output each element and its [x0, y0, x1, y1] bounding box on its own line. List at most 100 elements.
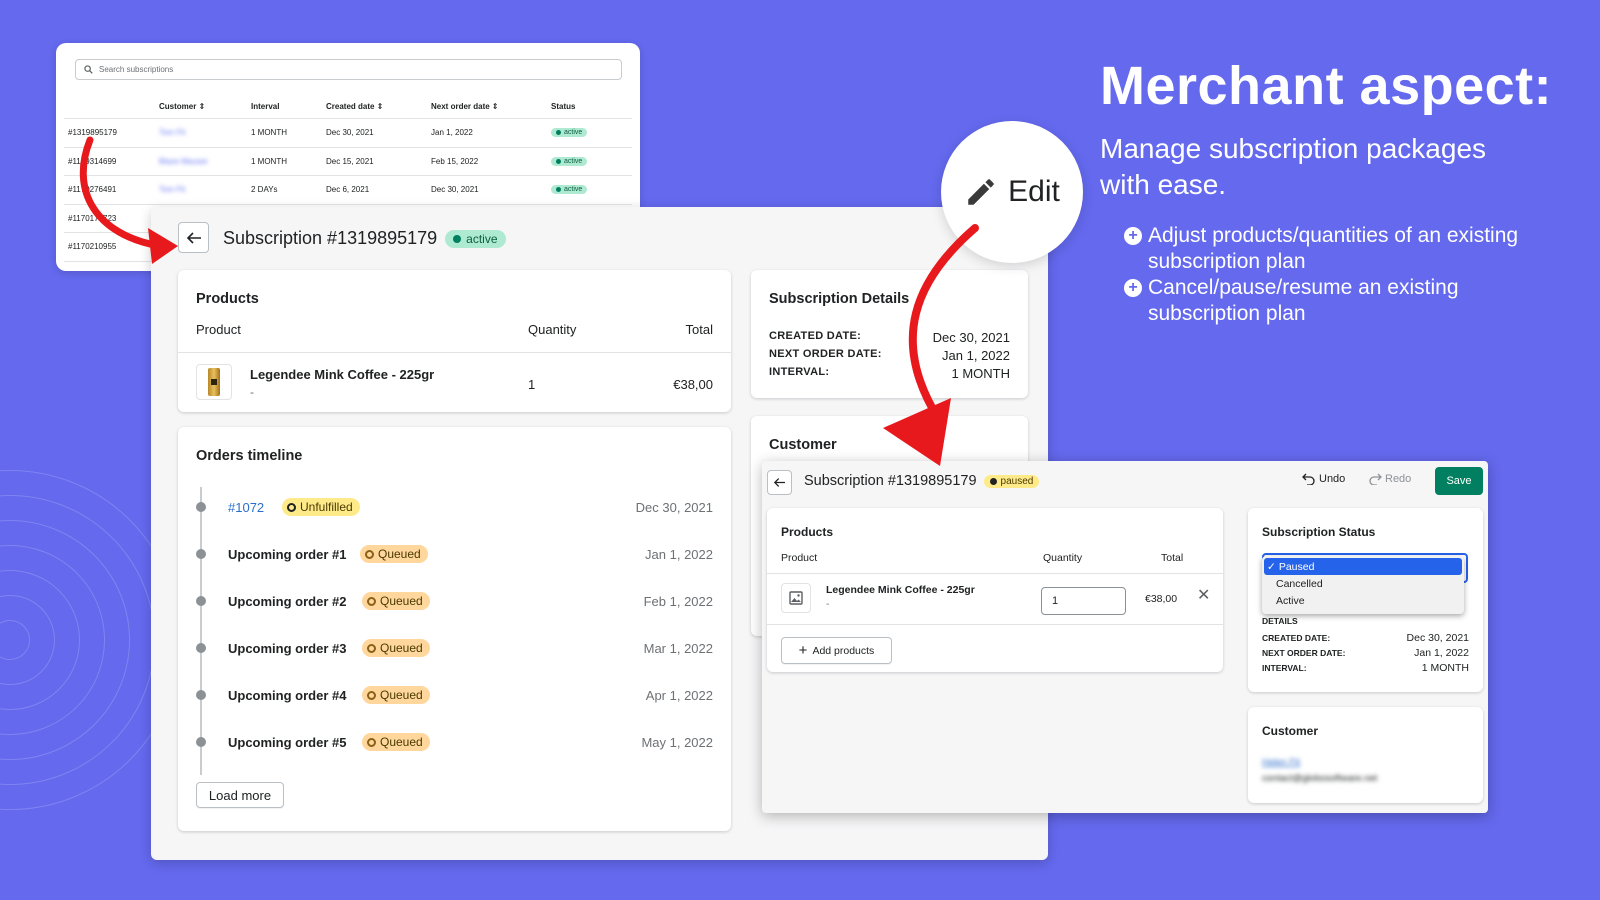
status-dropdown[interactable]: ✓ Paused Cancelled Active [1262, 556, 1464, 614]
marketing-headline: Merchant aspect: Manage subscription pac… [1100, 55, 1552, 327]
products-title: Products [196, 291, 259, 307]
product-total: €38,00 [1145, 593, 1178, 605]
product-variant: - [250, 385, 254, 399]
quantity-input[interactable]: 1 [1041, 587, 1126, 615]
status-option-active[interactable]: Active [1262, 592, 1464, 609]
feature-item: + Cancel/pause/resume an existing subscr… [1124, 275, 1524, 327]
col-created-date[interactable]: Created date ⇕ [326, 102, 431, 111]
table-row[interactable]: #1319895179 Tom Fit 1 MONTH Dec 30, 2021… [64, 119, 632, 148]
status-badge: active [551, 185, 588, 195]
subscription-id[interactable]: #1170276491 [64, 185, 159, 194]
customer-title: Customer [769, 437, 837, 453]
created-date: Dec 15, 2021 [326, 156, 374, 166]
pencil-icon [968, 179, 994, 205]
timeline-date: Mar 1, 2022 [643, 640, 713, 656]
subscription-id[interactable]: #1319895179 [64, 128, 159, 137]
subscription-title: Subscription #1319895179 [223, 228, 438, 248]
queued-badge: Queued [360, 545, 428, 563]
created-date: Dec 30, 2021 [326, 128, 374, 138]
subscription-title: Subscription #1319895179 [804, 473, 977, 489]
table-row[interactable]: #1170276491 Tom Fit 2 DAYs Dec 6, 2021 D… [64, 176, 632, 205]
headline-subtitle: Manage subscription packages with ease. [1100, 133, 1487, 200]
redo-icon [1369, 473, 1382, 485]
status-option-cancelled[interactable]: Cancelled [1262, 575, 1464, 592]
status-badge: active [445, 229, 506, 248]
undo-icon [1302, 473, 1315, 485]
product-row: Legendee Mink Coffee - 225gr - €38,00 ✕ [767, 573, 1223, 625]
edit-label: Edit [1008, 175, 1060, 208]
product-quantity: 1 [528, 377, 536, 392]
status-card-title: Subscription Status [1262, 525, 1376, 539]
upcoming-order-label: Upcoming order #1 [228, 546, 347, 562]
page-title: Subscription #1319895179 paused [804, 473, 1040, 489]
product-variant: - [826, 599, 830, 610]
customer-name-link[interactable]: Helen Fit [1262, 757, 1300, 768]
col-customer[interactable]: Customer ⇕ [159, 102, 251, 111]
unfulfilled-badge: Unfulfilled [282, 498, 360, 516]
status-badge: paused [983, 474, 1040, 488]
col-quantity: Quantity [1043, 552, 1083, 564]
edit-bubble: Edit [941, 121, 1083, 263]
created-date-label: CREATED DATE: [769, 330, 862, 342]
timeline-date: Dec 30, 2021 [635, 499, 713, 515]
subscription-id[interactable]: #1189314699 [64, 157, 159, 166]
table-row[interactable]: #1189314699 Blaze Mauser 1 MONTH Dec 15,… [64, 148, 632, 176]
interval-value: 1 MONTH [951, 366, 1011, 381]
plus-icon: + [798, 641, 808, 659]
page-title: Subscription #1319895179 active [223, 228, 506, 249]
interval-label: INTERVAL: [769, 366, 830, 378]
headline-title: Merchant aspect: [1100, 56, 1553, 116]
customer-link[interactable]: Blaze Mauser [159, 157, 251, 166]
upcoming-order-label: Upcoming order #4 [228, 687, 347, 703]
subscription-id[interactable]: #1170173723 [64, 214, 159, 223]
timeline-date: Jan 1, 2022 [645, 546, 713, 562]
next-order-date-value: Jan 1, 2022 [942, 348, 1010, 363]
timeline-item: Upcoming order #1 Queued Jan 1, 2022 [178, 542, 731, 566]
queued-badge: Queued [362, 639, 430, 657]
product-row: Legendee Mink Coffee - 225gr - 1 €38,00 [178, 352, 731, 412]
created-date-value: Dec 30, 2021 [1406, 632, 1469, 644]
customer-link[interactable]: Tom Fit [159, 128, 251, 137]
details-title: Subscription Details [769, 291, 910, 307]
add-products-button[interactable]: + Add products [781, 637, 892, 664]
created-date-value: Dec 30, 2021 [932, 330, 1010, 345]
created-date: Dec 6, 2021 [326, 185, 370, 195]
redo-button[interactable]: Redo [1368, 473, 1411, 485]
load-more-button[interactable]: Load more [196, 782, 284, 808]
col-interval: Interval [251, 102, 280, 111]
col-total: Total [685, 322, 713, 337]
details-label: DETAILS [1262, 616, 1298, 626]
timeline-item: Upcoming order #2 Queued Feb 1, 2022 [178, 589, 731, 613]
search-placeholder: Search subscriptions [99, 65, 174, 74]
timeline-date: Feb 1, 2022 [643, 593, 713, 609]
upcoming-order-label: Upcoming order #5 [228, 734, 347, 750]
created-date-label: CREATED DATE: [1262, 633, 1331, 643]
col-next-order-date[interactable]: Next order date ⇕ [431, 102, 551, 111]
plus-circle-icon: + [1124, 279, 1142, 297]
edit-products-card: Products Product Quantity Total Legendee… [767, 508, 1223, 672]
interval: 1 MONTH [251, 128, 287, 138]
undo-button[interactable]: Undo [1302, 473, 1345, 485]
status-option-paused[interactable]: ✓ Paused [1264, 558, 1462, 575]
remove-product-icon[interactable]: ✕ [1197, 588, 1210, 604]
product-name[interactable]: Legendee Mink Coffee - 225gr [250, 367, 434, 382]
edit-customer-card: Customer Helen Fit contact@globosoftware… [1248, 707, 1483, 803]
orders-timeline-card: Orders timeline #1072 Unfulfilled Dec 30… [178, 427, 731, 831]
status-badge: active [551, 128, 588, 138]
product-name[interactable]: Legendee Mink Coffee - 225gr [826, 584, 975, 596]
queued-badge: Queued [362, 686, 430, 704]
timeline-title: Orders timeline [196, 448, 303, 464]
save-button[interactable]: Save [1435, 467, 1483, 495]
back-button[interactable] [178, 222, 209, 253]
order-link[interactable]: #1072 [228, 500, 264, 515]
next-order-date: Feb 15, 2022 [431, 156, 479, 166]
timeline-date: May 1, 2022 [641, 734, 713, 750]
customer-link[interactable]: Tom Fit [159, 185, 251, 194]
plus-circle-icon: + [1124, 227, 1142, 245]
interval-label: INTERVAL: [1262, 663, 1307, 673]
subscription-id[interactable]: #1170210955 [64, 242, 159, 251]
back-button[interactable] [767, 470, 792, 495]
queued-badge: Queued [362, 592, 430, 610]
search-input[interactable]: Search subscriptions [75, 59, 622, 80]
next-order-date-label: NEXT ORDER DATE: [769, 348, 882, 360]
